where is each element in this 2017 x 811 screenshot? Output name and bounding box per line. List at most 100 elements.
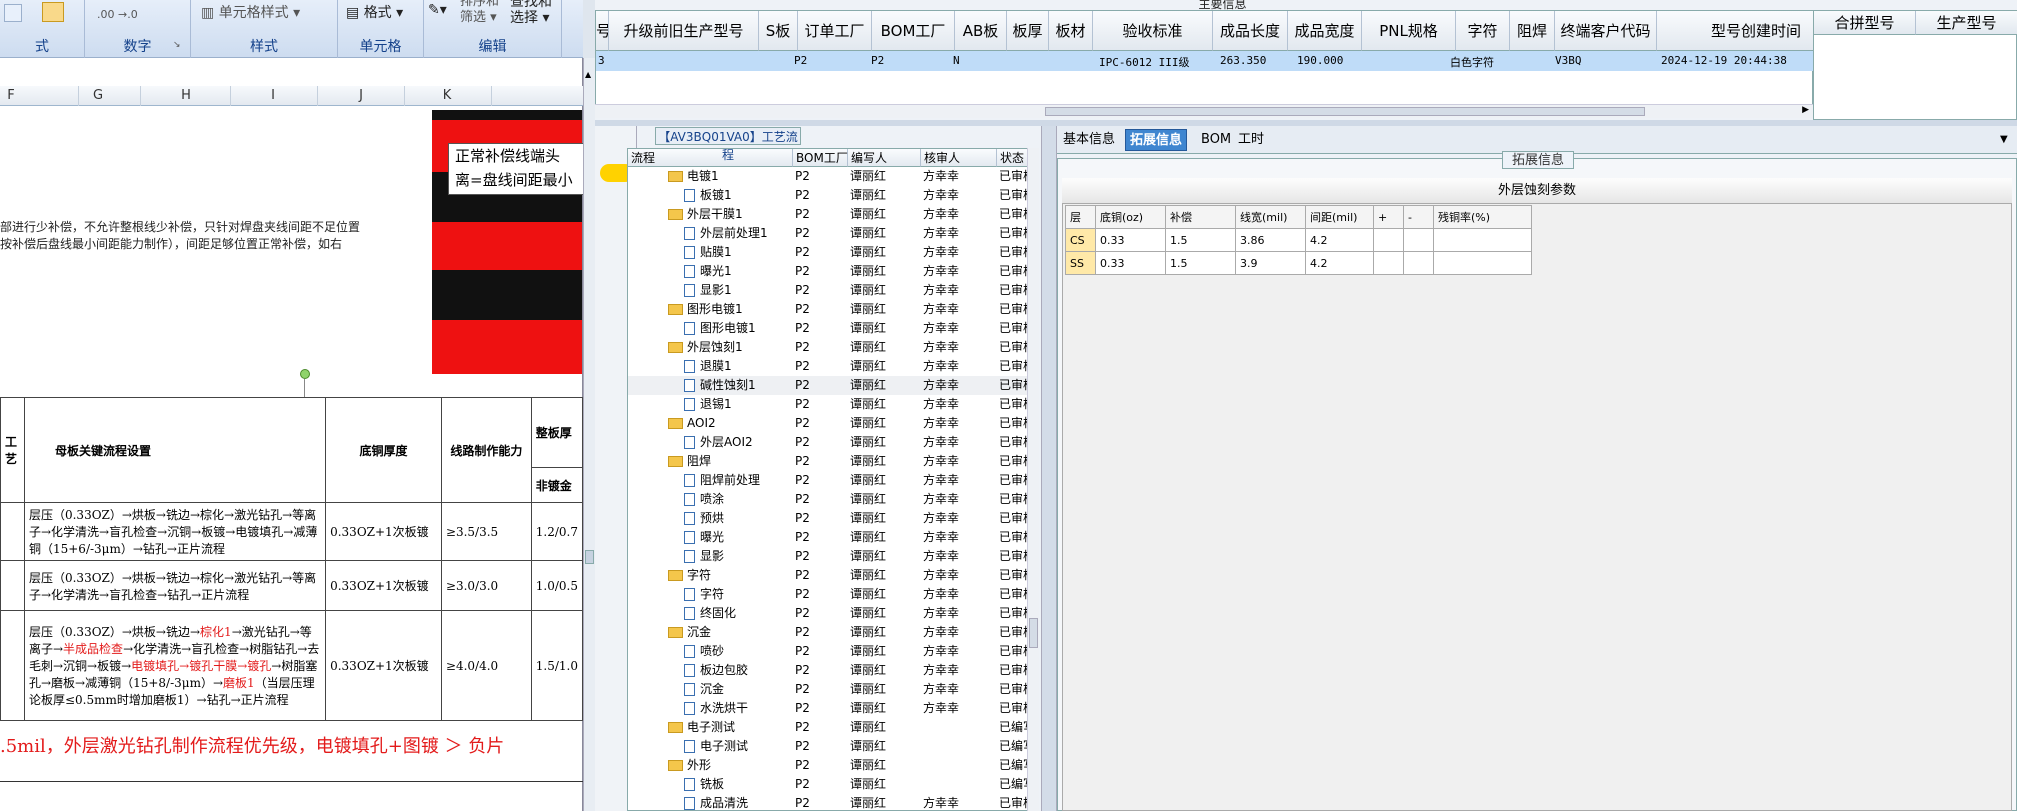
tree-row[interactable]: 喷涂 P2 谭丽红 方幸幸 已审核 xyxy=(628,490,1038,509)
main-info-hscroll[interactable]: ▶ xyxy=(595,104,1813,118)
scroll-right-icon[interactable]: ▶ xyxy=(1802,105,1809,115)
tree-row[interactable]: 沉金 P2 谭丽红 方幸幸 已审核 xyxy=(628,623,1038,642)
tree-row[interactable]: AOI2 P2 谭丽红 方幸幸 已审核 xyxy=(628,414,1038,433)
tree-node[interactable]: 终固化 xyxy=(684,604,736,623)
col-header[interactable]: S板 xyxy=(759,11,798,51)
tree-row[interactable]: 水洗烘干 P2 谭丽红 方幸幸 已审核 xyxy=(628,699,1038,718)
tree-node[interactable]: 外层前处理1 xyxy=(684,224,768,243)
tree-node[interactable]: 喷涂 xyxy=(684,490,724,509)
tree-row[interactable]: 喷砂 P2 谭丽红 方幸幸 已审核 xyxy=(628,642,1038,661)
tree-row[interactable]: 阻焊前处理 P2 谭丽红 方幸幸 已审核 xyxy=(628,471,1038,490)
column-header-h[interactable]: H xyxy=(176,88,196,103)
col-header[interactable]: 成品长度 xyxy=(1213,11,1288,51)
tree-node[interactable]: 字符 xyxy=(684,585,724,604)
etch-row-cs[interactable]: CS 0.33 1.5 3.86 4.2 xyxy=(1065,228,1532,252)
cell[interactable]: 3.9 xyxy=(1235,251,1306,275)
col-header[interactable]: 字符 xyxy=(1456,11,1510,51)
cell[interactable] xyxy=(1433,251,1532,275)
tree-row[interactable]: 显影 P2 谭丽红 方幸幸 已审核 xyxy=(628,547,1038,566)
tree-row[interactable]: 退膜1 P2 谭丽红 方幸幸 已审核 xyxy=(628,357,1038,376)
cell-style-button[interactable]: ▥ 单元格样式 ▾ xyxy=(201,2,300,22)
cell[interactable]: 3.86 xyxy=(1235,228,1306,252)
cell[interactable] xyxy=(1403,228,1434,252)
tab-extended-info[interactable]: 拓展信息 xyxy=(1125,129,1188,151)
tree-row[interactable]: 电子测试 P2 谭丽红 已编写 xyxy=(628,718,1038,737)
tree-row[interactable]: 显影1 P2 谭丽红 方幸幸 已审核 xyxy=(628,281,1038,300)
cell[interactable] xyxy=(1403,251,1434,275)
column-header-k[interactable]: K xyxy=(440,88,454,103)
sort-filter-button[interactable]: 排序和 筛选 ▾ xyxy=(460,0,499,26)
chevron-down-icon[interactable]: ▼ xyxy=(2000,134,2008,145)
cell[interactable]: 0.33 xyxy=(1095,251,1166,275)
cell[interactable]: 1.5 xyxy=(1165,251,1236,275)
col-header-flow[interactable]: 流程 xyxy=(628,149,793,167)
scroll-thumb[interactable] xyxy=(585,550,594,564)
tree-row[interactable]: 贴膜1 P2 谭丽红 方幸幸 已审核 xyxy=(628,243,1038,262)
col-header[interactable]: 板厚 xyxy=(1007,11,1049,51)
tree-row[interactable]: 图形电镀1 P2 谭丽红 方幸幸 已审核 xyxy=(628,319,1038,338)
cell[interactable] xyxy=(1373,251,1404,275)
tree-node[interactable]: 碱性蚀刻1 xyxy=(684,376,756,395)
tree-row[interactable]: 板边包胶 P2 谭丽红 方幸幸 已审核 xyxy=(628,661,1038,680)
tree-row[interactable]: 字符 P2 谭丽红 方幸幸 已审核 xyxy=(628,566,1038,585)
scroll-up-icon[interactable]: ▲ xyxy=(585,70,594,80)
tree-scroll-thumb[interactable] xyxy=(1029,618,1038,648)
tree-node[interactable]: 贴膜1 xyxy=(684,243,732,262)
find-select-button[interactable]: 查找和 选择 ▾ xyxy=(510,0,552,26)
tree-node[interactable]: 退膜1 xyxy=(684,357,732,376)
tree-row[interactable]: 板镀1 P2 谭丽红 方幸幸 已审核 xyxy=(628,186,1038,205)
col-header[interactable]: 成品宽度 xyxy=(1288,11,1362,51)
tree-node[interactable]: 沉金 xyxy=(684,680,724,699)
tree-node[interactable]: AOI2 xyxy=(668,414,716,433)
col-header[interactable]: 板材 xyxy=(1049,11,1093,51)
etch-row-ss[interactable]: SS 0.33 1.5 3.9 4.2 xyxy=(1065,251,1532,275)
col-header-bom[interactable]: BOM工厂 xyxy=(793,149,848,167)
cell[interactable]: 4.2 xyxy=(1305,251,1374,275)
format-button[interactable]: ▤ 格式 ▾ xyxy=(346,2,403,22)
col-header[interactable]: 升级前旧生产型号 xyxy=(609,11,759,51)
clear-icon[interactable]: ✎▾ xyxy=(428,2,447,18)
col-header-merge[interactable]: 合拼型号 xyxy=(1814,11,1916,35)
tree-node[interactable]: 外层干膜1 xyxy=(668,205,743,224)
tree-node[interactable]: 喷砂 xyxy=(684,642,724,661)
col-header[interactable]: AB板 xyxy=(955,11,1007,51)
tree-row[interactable]: 电子测试 P2 谭丽红 已编写 xyxy=(628,737,1038,756)
tree-row[interactable]: 阻焊 P2 谭丽红 方幸幸 已审核 xyxy=(628,452,1038,471)
tree-node[interactable]: 外层蚀刻1 xyxy=(668,338,743,357)
tree-node[interactable]: 板边包胶 xyxy=(684,661,748,680)
tree-row[interactable]: 沉金 P2 谭丽红 方幸幸 已审核 xyxy=(628,680,1038,699)
tree-row[interactable]: 外层蚀刻1 P2 谭丽红 方幸幸 已审核 xyxy=(628,338,1038,357)
column-header-i[interactable]: I xyxy=(266,88,280,103)
tree-node[interactable]: 沉金 xyxy=(668,623,711,642)
col-header[interactable]: BOM工厂 xyxy=(872,11,955,51)
column-header-f[interactable]: F xyxy=(4,88,18,103)
tree-row[interactable]: 曝光 P2 谭丽红 方幸幸 已审核 xyxy=(628,528,1038,547)
col-header[interactable]: 型号创建时间 xyxy=(1657,11,1814,51)
tree-node[interactable]: 铣板 xyxy=(684,775,724,794)
cell[interactable]: 4.2 xyxy=(1305,228,1374,252)
cell[interactable] xyxy=(1433,228,1532,252)
tree-row[interactable]: 电镀1 P2 谭丽红 方幸幸 已审核 xyxy=(628,167,1038,186)
tree-node[interactable]: 退锡1 xyxy=(684,395,732,414)
tree-row[interactable]: 曝光1 P2 谭丽红 方幸幸 已审核 xyxy=(628,262,1038,281)
col-header[interactable]: 终端客户代码 xyxy=(1555,11,1657,51)
col-header-writer[interactable]: 编写人 xyxy=(848,149,921,167)
tree-node[interactable]: 图形电镀1 xyxy=(684,319,756,338)
tree-scrollbar[interactable] xyxy=(1027,148,1039,811)
tree-node[interactable]: 电镀1 xyxy=(668,167,719,186)
tree-row[interactable]: 碱性蚀刻1 P2 谭丽红 方幸幸 已审核 xyxy=(628,376,1038,395)
vertical-splitter[interactable] xyxy=(1041,126,1057,811)
col-header[interactable]: 号 xyxy=(596,11,609,51)
tree-row[interactable]: 图形电镀1 P2 谭丽红 方幸幸 已审核 xyxy=(628,300,1038,319)
tree-node[interactable]: 预烘 xyxy=(684,509,724,528)
tree-node[interactable]: 电子测试 xyxy=(684,737,748,756)
tree-node[interactable]: 阻焊前处理 xyxy=(684,471,760,490)
tree-row[interactable]: 铣板 P2 谭丽红 已编写 xyxy=(628,775,1038,794)
tree-node[interactable]: 阻焊 xyxy=(668,452,711,471)
tab-work-hours[interactable]: 工时 xyxy=(1234,129,1268,151)
tree-row[interactable]: 外层AOI2 P2 谭丽红 方幸幸 已审核 xyxy=(628,433,1038,452)
col-header[interactable]: PNL规格 xyxy=(1362,11,1456,51)
col-header[interactable]: 订单工厂 xyxy=(798,11,872,51)
cell[interactable]: 1.5 xyxy=(1165,228,1236,252)
column-header-g[interactable]: G xyxy=(88,88,108,103)
